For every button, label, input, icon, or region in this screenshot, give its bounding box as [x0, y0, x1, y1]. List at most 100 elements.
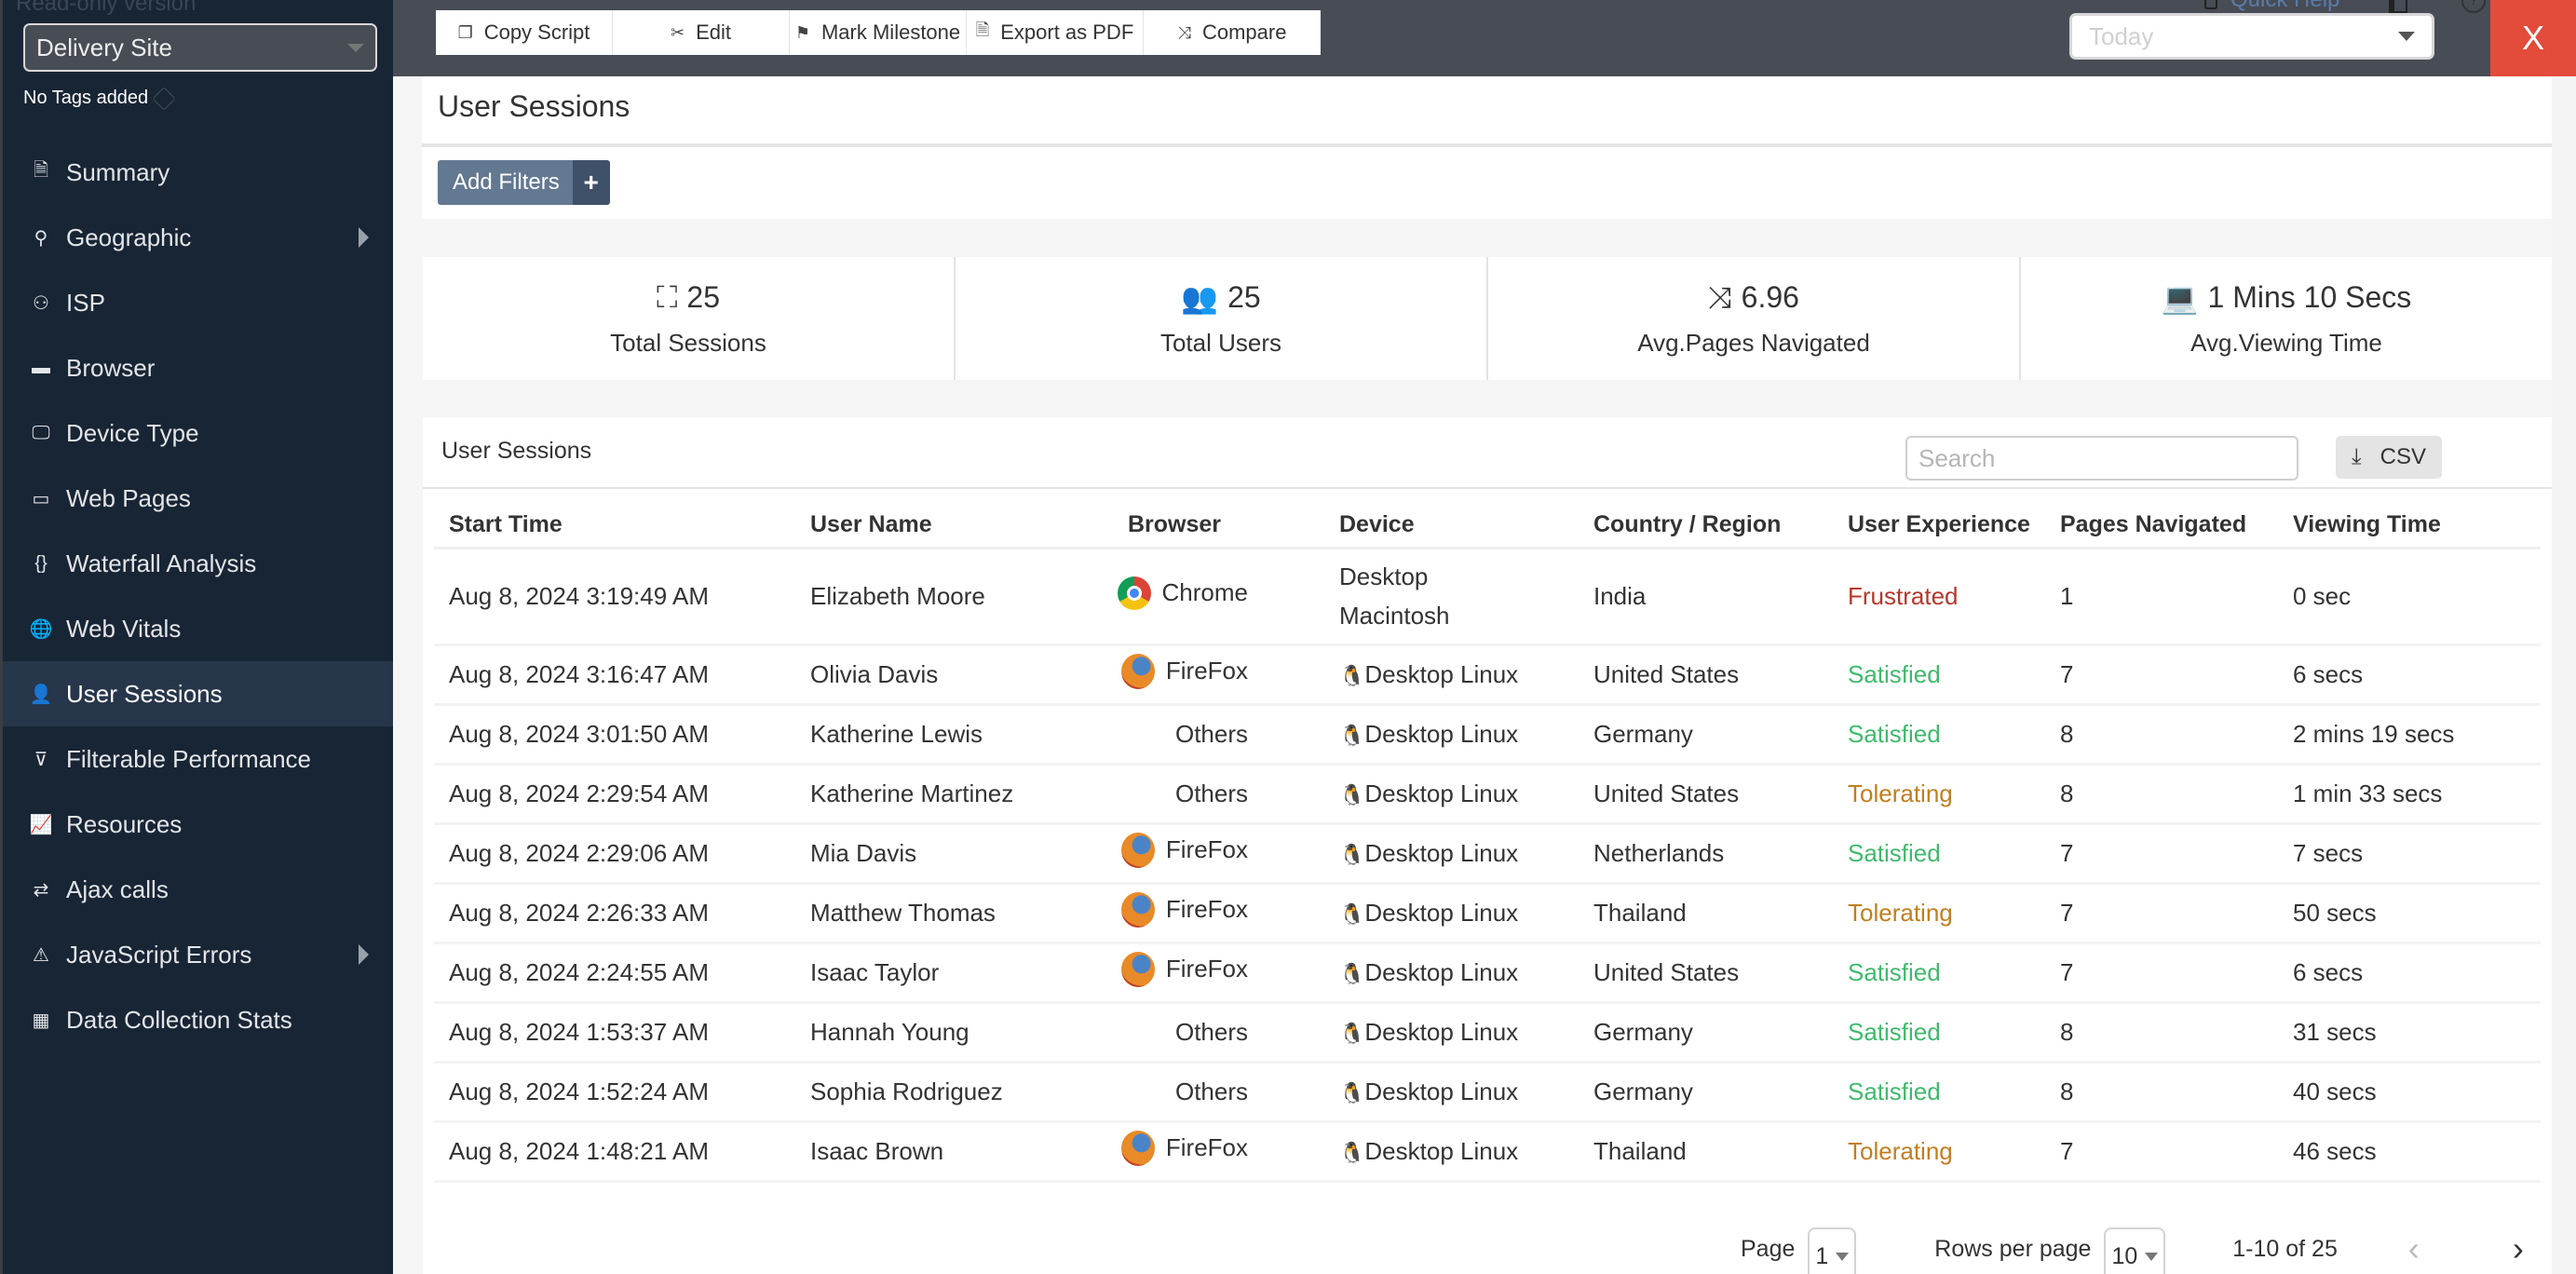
table-row[interactable]: Aug 8, 2024 2:29:06 AM Mia Davis FireFox 🐧D…	[434, 823, 2541, 885]
firefox-icon	[1120, 891, 1155, 928]
sidebar-item-label: Web Vitals	[66, 614, 182, 643]
previous-page-button[interactable]: ‹	[2408, 1229, 2420, 1268]
scrollbar[interactable]	[2552, 76, 2576, 1274]
viewing-time-cell: 1 min 33 secs	[2278, 764, 2541, 825]
device-cell: 🐧Desktop Linux	[1324, 1002, 1579, 1064]
user-name-cell: Isaac Taylor	[795, 942, 1113, 1004]
sidebar-item-filterable-performance[interactable]: ⊽ Filterable Performance	[3, 726, 393, 792]
browser-window-icon: ▬	[32, 357, 50, 378]
add-filters-label: Add Filters	[438, 160, 573, 205]
pages-navigated-cell: 7	[2045, 1121, 2278, 1183]
sidebar-item-resources[interactable]: 📈 Resources	[3, 792, 393, 857]
sidebar-item-browser[interactable]: ▬ Browser	[3, 335, 393, 400]
chevron-down-icon	[1836, 1252, 1850, 1261]
pages-navigated-cell: 8	[2045, 764, 2278, 825]
sidebar-item-user-sessions[interactable]: 👤 User Sessions	[3, 661, 393, 726]
stat-label: Total Users	[1159, 328, 1282, 357]
device-text: Desktop Linux	[1364, 1136, 1519, 1165]
sidebar-item-geographic[interactable]: ⚲ Geographic	[3, 205, 393, 270]
table-row[interactable]: Aug 8, 2024 2:26:33 AM Matthew Thomas Fire…	[434, 883, 2541, 944]
copy-script-button[interactable]: ❐ Copy Script	[436, 10, 613, 55]
sidebar: Read-only version Delivery Site No Tags …	[0, 0, 393, 1274]
column-header-browser[interactable]: Browser	[1113, 503, 1324, 549]
user-experience-cell: Satisfied	[1833, 1002, 2045, 1064]
table-row[interactable]: Aug 8, 2024 3:19:49 AM Elizabeth Moore Chr…	[434, 548, 2541, 646]
sidebar-item-label: Data Collection Stats	[66, 1005, 292, 1034]
column-header-viewing-time[interactable]: Viewing Time	[2278, 503, 2541, 549]
table-row[interactable]: Aug 8, 2024 3:01:50 AM Katherine Lewis Oth…	[434, 704, 2541, 766]
user-laptop-icon: 💻	[2161, 280, 2199, 315]
export-as-pdf-button[interactable]: 🗎 Export as PDF	[967, 10, 1144, 55]
browser-name: FireFox	[1165, 657, 1248, 684]
tag-icon[interactable]	[152, 86, 176, 111]
rows-per-page-value: 10	[2111, 1242, 2138, 1269]
column-header-user-name[interactable]: User Name	[795, 503, 1113, 549]
browser-name: FireFox	[1165, 835, 1248, 863]
tags-area: No Tags added	[23, 86, 176, 111]
device-text: Desktop Linux	[1364, 659, 1519, 688]
next-page-button[interactable]: ›	[2513, 1229, 2524, 1268]
viewing-time-cell: 46 secs	[2278, 1121, 2541, 1183]
sidebar-item-isp[interactable]: ⚇ ISP	[3, 270, 393, 335]
chevron-right-icon[interactable]	[359, 944, 369, 965]
mark-milestone-button[interactable]: ⚑ Mark Milestone	[790, 10, 967, 55]
sidebar-item-javascript-errors[interactable]: ⚠ JavaScript Errors	[3, 922, 393, 987]
no-tags-label: No Tags added	[23, 88, 149, 108]
device-cell: 🐧Desktop Linux	[1324, 704, 1579, 766]
start-time-cell: Aug 8, 2024 2:24:55 AM	[434, 942, 795, 1004]
browser-cell: Others	[1113, 704, 1324, 766]
search-input[interactable]	[1905, 436, 2298, 481]
sidebar-item-data-collection-stats[interactable]: ▦ Data Collection Stats	[3, 987, 393, 1052]
table-row[interactable]: Aug 8, 2024 3:16:47 AM Olivia Davis FireFo…	[434, 644, 2541, 706]
browser-cell: Chrome	[1113, 548, 1324, 646]
linux-icon: 🐧	[1339, 1140, 1365, 1164]
megaphone-icon[interactable]	[2389, 0, 2407, 13]
table-header-row: Start Time User Name Browser Device Country …	[434, 503, 2541, 549]
csv-export-button[interactable]: ⤓ CSV	[2336, 436, 2442, 479]
stat-label: Total Sessions	[610, 328, 766, 357]
stat-label: Avg.Pages Navigated	[1637, 328, 1870, 357]
compare-button[interactable]: ⤨ Compare	[1144, 10, 1321, 55]
toolbar-button-label: Edit	[696, 20, 731, 44]
device-text: Desktop Linux	[1364, 898, 1519, 927]
country-cell: United States	[1579, 942, 1833, 1004]
column-header-pages-navigated[interactable]: Pages Navigated	[2045, 503, 2278, 549]
table-row[interactable]: Aug 8, 2024 2:29:54 AM Katherine Martinez…	[434, 764, 2541, 825]
sessions-table: Start Time User Name Browser Device Country …	[434, 503, 2541, 1183]
table-row[interactable]: Aug 8, 2024 1:48:21 AM Isaac Brown FireFox…	[434, 1121, 2541, 1183]
sidebar-item-summary[interactable]: 🗎 Summary	[3, 140, 393, 205]
user-name-cell: Elizabeth Moore	[795, 548, 1113, 646]
close-button[interactable]: X	[2490, 0, 2576, 76]
page-select[interactable]: 1	[1808, 1227, 1857, 1274]
quick-help-link[interactable]: Quick Help	[2204, 0, 2339, 13]
stat-avg-pages-navigated: ⤨ 6.96 Avg.Pages Navigated	[1488, 257, 2021, 380]
sidebar-item-device-type[interactable]: 🖵 Device Type	[3, 400, 393, 466]
column-header-start-time[interactable]: Start Time	[434, 503, 795, 549]
sidebar-item-web-pages[interactable]: ▭ Web Pages	[3, 466, 393, 531]
sidebar-item-ajax-calls[interactable]: ⇄ Ajax calls	[3, 857, 393, 922]
edit-button[interactable]: ✂ Edit	[613, 10, 790, 55]
site-select[interactable]: Delivery Site	[23, 23, 377, 72]
table-row[interactable]: Aug 8, 2024 1:52:24 AM Sophia Rodriguez Ot…	[434, 1062, 2541, 1123]
presentation-play-icon: ⛶	[657, 279, 678, 314]
rows-per-page-select[interactable]: 10	[2104, 1227, 2166, 1274]
page-range: 1-10 of 25	[2232, 1235, 2338, 1262]
sidebar-item-waterfall-analysis[interactable]: {} Waterfall Analysis	[3, 531, 393, 596]
date-range-select[interactable]: Today	[2069, 13, 2434, 60]
help-icon[interactable]: ?	[2461, 0, 2486, 13]
table-row[interactable]: Aug 8, 2024 2:24:55 AM Isaac Taylor FireFo…	[434, 942, 2541, 1004]
chevron-right-icon[interactable]	[359, 227, 369, 248]
column-header-user-experience[interactable]: User Experience	[1833, 503, 2045, 549]
start-time-cell: Aug 8, 2024 2:26:33 AM	[434, 883, 795, 944]
column-header-country-region[interactable]: Country / Region	[1579, 503, 1833, 549]
flag-icon: ⚑	[794, 22, 810, 42]
column-header-device[interactable]: Device	[1324, 503, 1579, 549]
table-row[interactable]: Aug 8, 2024 1:53:37 AM Hannah Young Others…	[434, 1002, 2541, 1064]
divider	[422, 143, 2552, 147]
browser-name: FireFox	[1165, 955, 1248, 983]
browser-cell: Others	[1113, 764, 1324, 825]
browser-cell: Others	[1113, 1062, 1324, 1123]
add-filters-button[interactable]: Add Filters +	[438, 160, 610, 205]
plus-icon[interactable]: +	[572, 160, 610, 205]
sidebar-item-web-vitals[interactable]: 🌐 Web Vitals	[3, 596, 393, 661]
